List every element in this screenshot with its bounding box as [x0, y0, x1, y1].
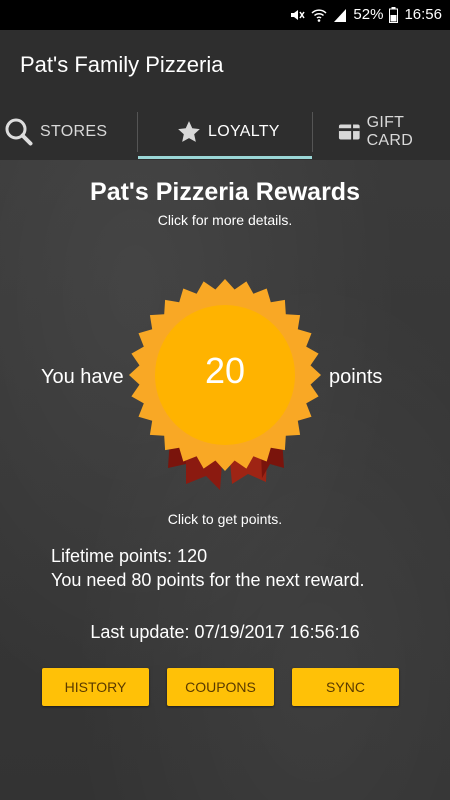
- rewards-title[interactable]: Pat's Pizzeria Rewards: [0, 178, 450, 207]
- tab-divider: [312, 112, 313, 152]
- search-icon: [5, 118, 33, 146]
- tab-indicator: [138, 156, 312, 159]
- points-value: 20: [204, 350, 246, 391]
- star-icon: [178, 121, 200, 142]
- lifetime-points: Lifetime points: 120: [51, 546, 208, 566]
- get-points-link[interactable]: Click to get points.: [0, 511, 450, 527]
- clock: 16:56: [404, 6, 442, 23]
- last-update: Last update: 07/19/2017 16:56:16: [90, 622, 360, 642]
- gift-card-icon: [338, 124, 360, 140]
- tab-gift-card[interactable]: GIFT CARD: [338, 104, 450, 160]
- battery-icon: [389, 6, 399, 23]
- status-bar-right: 52% 16:56: [289, 6, 442, 23]
- wifi-icon: [311, 8, 327, 22]
- history-button[interactable]: HISTORY: [42, 668, 149, 706]
- tab-divider: [137, 112, 138, 152]
- rewards-details-link[interactable]: Click for more details.: [0, 212, 450, 228]
- points-label: points: [329, 366, 383, 388]
- tab-gift-card-label: GIFT CARD: [366, 114, 414, 149]
- you-have-label: You have: [41, 366, 124, 388]
- tab-loyalty[interactable]: LOYALTY: [176, 104, 280, 160]
- signal-icon: [334, 8, 347, 22]
- app-bar: Pat's Family Pizzeria: [0, 30, 450, 104]
- tab-stores[interactable]: STORES: [4, 104, 107, 160]
- mute-icon: [291, 9, 306, 20]
- status-bar: 52% 16:56: [0, 0, 450, 30]
- app-title: Pat's Family Pizzeria: [20, 52, 224, 77]
- tab-bar: STORES LOYALTY GIFT CARD: [0, 104, 450, 160]
- sync-button[interactable]: SYNC: [292, 668, 399, 706]
- battery-percent: 52%: [353, 6, 384, 23]
- coupons-button[interactable]: COUPONS: [167, 668, 274, 706]
- next-reward-text: You need 80 points for the next reward.: [51, 570, 365, 590]
- tab-stores-label: STORES: [40, 123, 108, 140]
- tab-loyalty-label: LOYALTY: [208, 123, 280, 140]
